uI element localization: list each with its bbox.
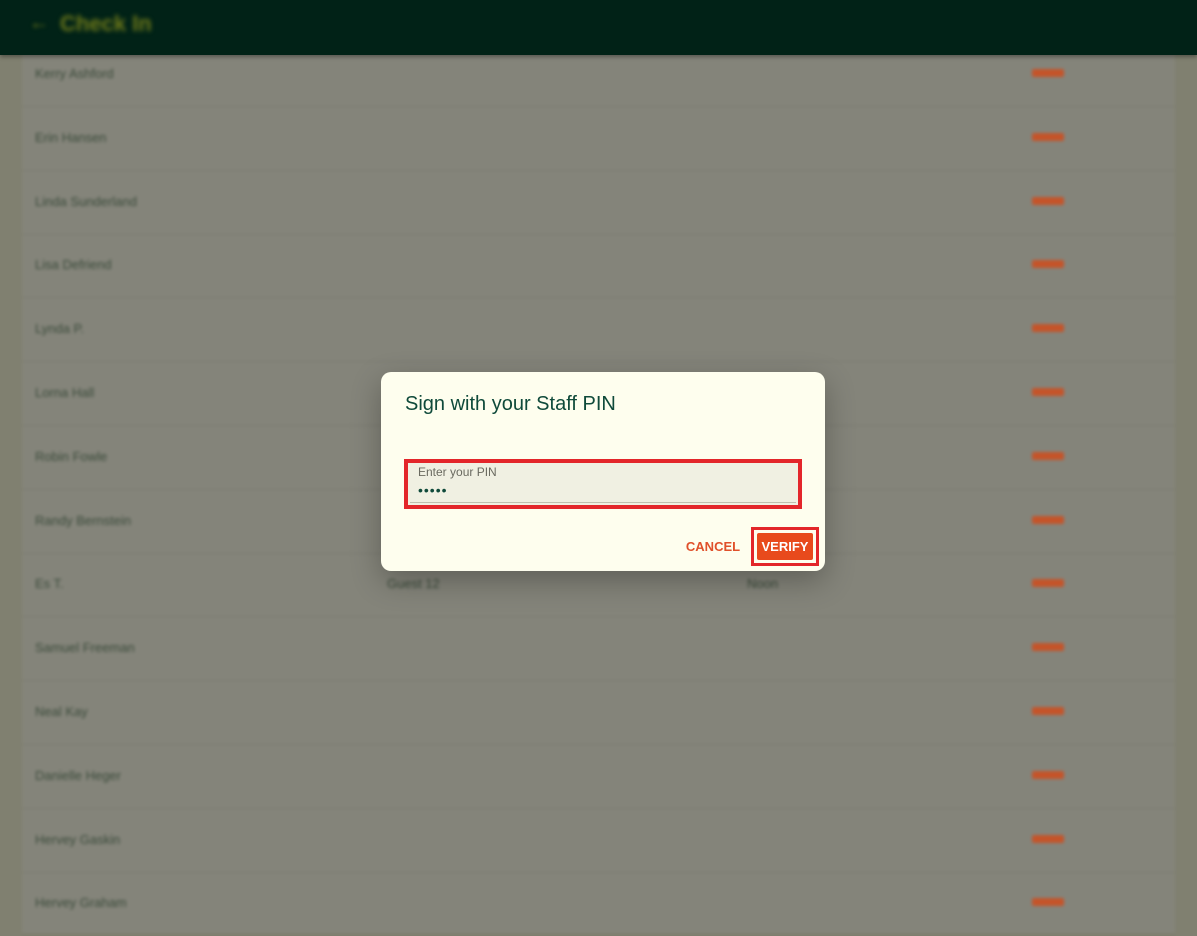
staff-name: Samuel Freeman [35, 640, 135, 656]
arrow-back-icon[interactable]: ← [28, 12, 50, 34]
status-badge[interactable] [1032, 132, 1064, 141]
staff-name: Erin Hansen [35, 129, 107, 145]
status-badge[interactable] [1032, 579, 1064, 588]
staff-row[interactable]: Erin Hansen [22, 106, 1175, 171]
status-badge[interactable] [1032, 451, 1064, 460]
status-badge[interactable] [1032, 324, 1064, 333]
staff-name: Randy Bernstein [35, 512, 132, 528]
staff-name: Es T. [35, 576, 64, 592]
app-header: ← Check In [0, 0, 1197, 55]
staff-name: Neal Kay [35, 704, 88, 719]
status-badge[interactable] [1032, 707, 1064, 715]
staff-row[interactable]: Linda Sunderland [22, 170, 1175, 235]
staff-name: Lorna Hall [35, 385, 95, 400]
verify-button[interactable]: VERIFY [757, 533, 813, 560]
staff-detail: Guest 12 [387, 576, 440, 592]
dialog-title: Sign with your Staff PIN [405, 393, 616, 415]
pin-field[interactable]: Enter your PIN [404, 459, 802, 509]
staff-row[interactable]: Neal Kay [22, 680, 1175, 745]
staff-row[interactable]: Hervey Gaskin [22, 808, 1175, 873]
staff-name: Lisa Defriend [35, 257, 112, 273]
staff-row[interactable]: Lynda P. [22, 297, 1175, 363]
verify-button-highlight: VERIFY [751, 527, 819, 566]
status-badge[interactable] [1032, 69, 1064, 77]
staff-pin-dialog: Sign with your Staff PIN Enter your PIN … [381, 372, 825, 571]
staff-time: Noon [747, 576, 779, 592]
status-badge[interactable] [1032, 388, 1064, 396]
staff-row[interactable]: Hervey Graham [22, 871, 1175, 936]
staff-name: Hervey Graham [35, 895, 127, 911]
staff-row[interactable]: Samuel Freeman [22, 616, 1175, 682]
status-badge[interactable] [1032, 770, 1064, 779]
status-badge[interactable] [1032, 260, 1064, 269]
staff-name: Linda Sunderland [35, 193, 137, 209]
staff-name: Robin Fowle [35, 448, 108, 464]
staff-row[interactable]: Lisa Defriend [22, 233, 1175, 299]
status-badge[interactable] [1032, 834, 1064, 843]
pin-field-label: Enter your PIN [418, 465, 497, 479]
status-badge[interactable] [1032, 515, 1064, 524]
status-badge[interactable] [1032, 643, 1064, 652]
staff-name: Kerry Ashford [35, 66, 114, 81]
staff-name: Hervey Gaskin [35, 831, 121, 847]
page-title: Check In [60, 11, 152, 36]
staff-name: Danielle Heger [35, 767, 121, 783]
pin-input[interactable] [418, 480, 778, 500]
cancel-button[interactable]: CANCEL [678, 531, 748, 561]
staff-name: Lynda P. [35, 321, 85, 337]
staff-row[interactable]: Danielle Heger [22, 744, 1175, 809]
status-badge[interactable] [1032, 898, 1064, 907]
status-badge[interactable] [1032, 196, 1064, 205]
